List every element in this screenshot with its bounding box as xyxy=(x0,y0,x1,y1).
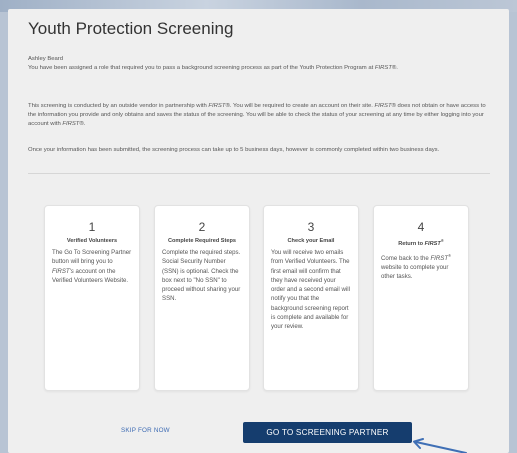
step-number: 1 xyxy=(88,220,96,234)
step-title: Complete Required Steps xyxy=(167,238,237,244)
section-divider xyxy=(28,173,490,174)
step-number: 2 xyxy=(198,220,206,234)
step-card-complete-required-steps: 2 Complete Required Steps Complete the r… xyxy=(154,205,250,391)
step-number: 4 xyxy=(417,220,425,234)
step-card-verified-volunteers: 1 Verified Volunteers The Go To Screenin… xyxy=(44,205,140,391)
step-title: Check your Email xyxy=(287,238,335,244)
pointer-arrow-icon xyxy=(413,438,467,453)
step-card-return-to-first: 4 Return to FIRST® Come back to the FIRS… xyxy=(373,205,469,391)
step-title: Return to FIRST® xyxy=(398,238,444,247)
step-card-check-email: 3 Check your Email You will receive two … xyxy=(263,205,359,391)
step-title: Verified Volunteers xyxy=(66,238,118,244)
intro-paragraph-timing: Once your information has been submitted… xyxy=(28,147,440,153)
page-title: Youth Protection Screening xyxy=(28,19,234,38)
step-number: 3 xyxy=(307,220,315,234)
step-description: You will receive two emails from Verifie… xyxy=(271,249,350,331)
step-description: The Go To Screening Partner button will … xyxy=(52,249,132,284)
user-name: Ashley Beard xyxy=(28,56,64,62)
step-description: Come back to the FIRST® website to compl… xyxy=(381,252,452,281)
go-to-screening-partner-button[interactable]: GO TO SCREENING PARTNER xyxy=(243,422,412,443)
intro-paragraph-vendor: This screening is conducted by an outsid… xyxy=(28,103,486,128)
skip-for-now-link[interactable]: SKIP FOR NOW xyxy=(121,427,170,434)
intro-paragraph-role: You have been assigned a role that requi… xyxy=(28,65,398,71)
step-description: Complete the required steps. Social Secu… xyxy=(162,249,241,303)
